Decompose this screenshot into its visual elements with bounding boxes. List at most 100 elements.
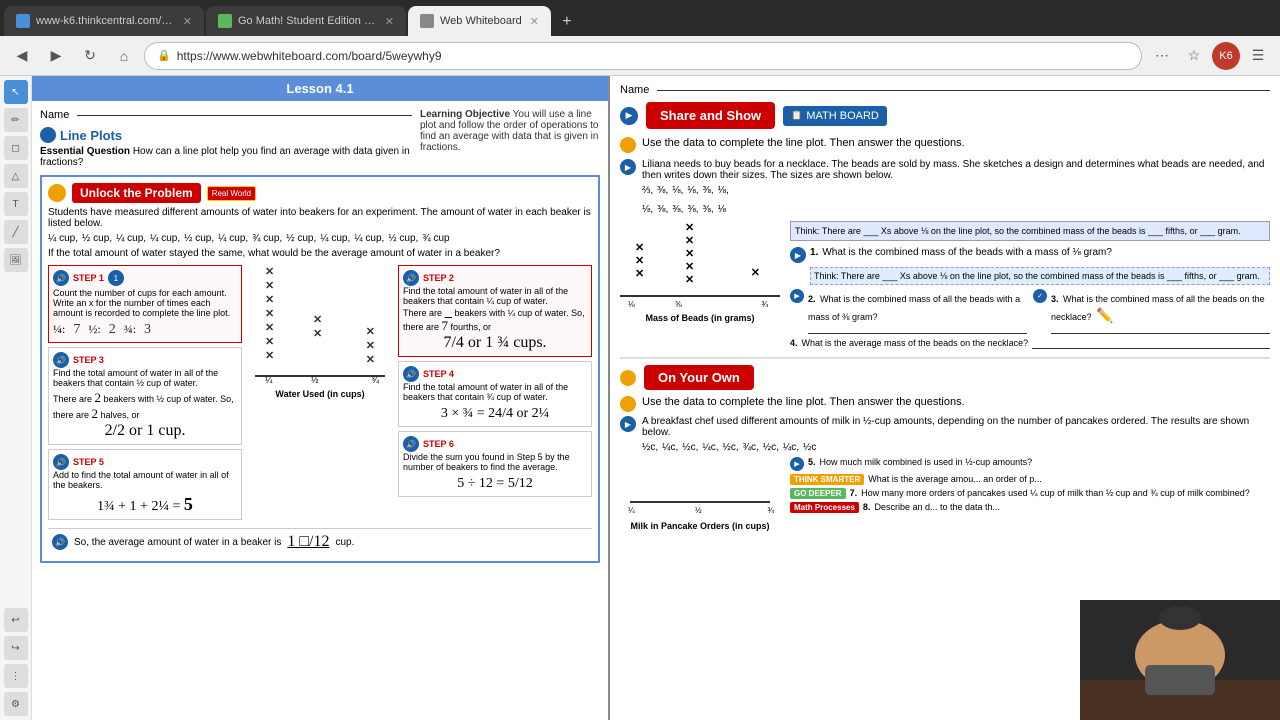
q4-row: 4. What is the average mass of the beads… <box>790 338 1270 349</box>
q5-icon: ▶ <box>790 457 804 471</box>
q2-icon: ▶ <box>790 289 804 303</box>
step5-calc: 1¾ + 1 + 2¼ = 5 <box>53 494 237 515</box>
milk-label: Milk in Pancake Orders (in cups) <box>620 521 780 531</box>
step5-speaker[interactable]: 🔊 <box>53 454 69 470</box>
q2-answer-line <box>808 333 1027 334</box>
step3-box: 🔊 STEP 3 Find the total amount of water … <box>48 347 242 445</box>
home-button[interactable]: ⌂ <box>110 42 138 70</box>
share-icon: ▶ <box>620 107 638 125</box>
step3-detail: There are 2 beakers with ½ cup of water.… <box>53 390 237 422</box>
nl-label-quarter: ¼ <box>265 375 273 385</box>
tool-image[interactable]: 🖼 <box>4 248 28 272</box>
nav-bar: ◀ ▶ ↻ ⌂ 🔒 https://www.webwhiteboard.com/… <box>0 36 1280 76</box>
q3-num: 3. <box>1051 294 1059 304</box>
profile-button[interactable]: K6 <box>1212 42 1240 70</box>
q7-text: How many more orders of pancakes used ¼ … <box>861 488 1250 498</box>
math-board-label: MATH BOARD <box>806 110 879 122</box>
tab-close-3[interactable]: ✕ <box>530 15 539 28</box>
milk-nl-3: ¾ <box>767 506 774 515</box>
bead-number-line <box>620 295 780 297</box>
reload-button[interactable]: ↻ <box>76 42 104 70</box>
tab-gomath[interactable]: Go Math! Student Edition eBo... ✕ <box>206 6 406 36</box>
step1-speaker[interactable]: 🔊 <box>53 270 69 286</box>
right-name-label: Name <box>620 84 649 96</box>
step3-speaker[interactable]: 🔊 <box>53 352 69 368</box>
think-bubble: Think: There are ___ Xs above ⅛ on the l… <box>790 221 1270 241</box>
tool-undo[interactable]: ↩ <box>4 608 28 632</box>
q3-answer-line <box>1051 333 1270 334</box>
step6-text: Divide the sum you found in Step 5 by th… <box>403 452 587 472</box>
worksheet-left: Lesson 4.1 Name Line Plots <box>32 76 608 720</box>
extensions-button[interactable]: ⋯ <box>1148 42 1176 70</box>
q7-badge: GO DEEPER <box>790 488 846 499</box>
lesson-title: Lesson 4.1 <box>286 81 353 96</box>
section-title: Line Plots <box>60 128 122 143</box>
bead-icon: ▶ <box>620 159 636 175</box>
on-your-own-btn[interactable]: On Your Own <box>644 365 754 390</box>
tool-pen[interactable]: ✏ <box>4 108 28 132</box>
tab-bar: www-k6.thinkcentral.com/dash... ✕ Go Mat… <box>0 0 1280 36</box>
tool-line[interactable]: ╱ <box>4 220 28 244</box>
col-half: ✕ ✕ <box>313 313 322 340</box>
conclusion-speaker[interactable]: 🔊 <box>52 534 68 550</box>
bookmark-button[interactable]: ☆ <box>1180 42 1208 70</box>
tab-close-1[interactable]: ✕ <box>183 15 192 28</box>
chef-icon: ▶ <box>620 416 636 432</box>
essential-question: Essential Question How can a line plot h… <box>40 146 412 168</box>
bead-section: ✕ ✕ ✕ ✕ ✕ ✕ ✕ ✕ <box>620 221 1270 349</box>
url-bar[interactable]: 🔒 https://www.webwhiteboard.com/board/5w… <box>144 42 1142 70</box>
tool-eraser[interactable]: ◻ <box>4 136 28 160</box>
new-tab-button[interactable]: + <box>553 8 581 36</box>
q4-num: 4. <box>790 338 798 348</box>
section-dot <box>40 127 56 143</box>
tab-close-2[interactable]: ✕ <box>385 15 394 28</box>
conclusion-row: 🔊 So, the average amount of water in a b… <box>48 528 592 555</box>
step2-speaker[interactable]: 🔊 <box>403 270 419 286</box>
q8-badge-label: Math Processes <box>794 503 855 512</box>
tool-redo[interactable]: ↪ <box>4 636 28 660</box>
content-area: ↖ ✏ ◻ △ T ╱ 🖼 ↩ ↪ ⋮ ⚙ Lesson 4.1 <box>0 76 1280 720</box>
q8-num: 8. <box>863 502 871 512</box>
fractions-list: ¼ cup,½ cup,¼ cup,¼ cup,½ cup,¼ cup, ¾ c… <box>48 233 592 244</box>
right-name-line: Name <box>620 84 1270 96</box>
back-button[interactable]: ◀ <box>8 42 36 70</box>
on-your-own-row: On Your Own <box>620 365 1270 390</box>
forward-button[interactable]: ▶ <box>42 42 70 70</box>
share-show-row: ▶ Share and Show 📋 MATH BOARD <box>620 102 1270 129</box>
tool-more[interactable]: ⋮ <box>4 664 28 688</box>
col-quarter: ✕ ✕ ✕ ✕ ✕ ✕ ✕ <box>265 265 274 362</box>
step1-answers: ¼:7 ½:2 ¾:3 <box>53 322 237 338</box>
math-board: 📋 MATH BOARD <box>783 106 887 126</box>
nl-label-three-quarter: ¾ <box>371 375 379 385</box>
tab-label-1: www-k6.thinkcentral.com/dash... <box>36 15 175 27</box>
q4-text: What is the average mass of the beads on… <box>802 338 1029 348</box>
tab-label-3: Web Whiteboard <box>440 15 522 27</box>
step3-answer: 2/2 or 1 cup. <box>53 422 237 440</box>
step4-speaker[interactable]: 🔊 <box>403 366 419 382</box>
number-line <box>255 375 385 377</box>
own-instruction-row: Use the data to complete the line plot. … <box>620 396 1270 412</box>
menu-button[interactable]: ☰ <box>1244 42 1272 70</box>
step6-speaker[interactable]: 🔊 <box>403 436 419 452</box>
tab-thinkcentral[interactable]: www-k6.thinkcentral.com/dash... ✕ <box>4 6 204 36</box>
unlock-label: Unlock the Problem <box>80 186 193 200</box>
q4-answer-line <box>1032 348 1270 349</box>
tab-favicon-1 <box>16 14 30 28</box>
col-right: ✕ <box>751 266 760 279</box>
step5-box: 🔊 STEP 5 Add to find the total amount of… <box>48 449 242 520</box>
q3-icon: ✓ <box>1033 289 1047 303</box>
q2-col: ▶ 2. What is the combined mass of all th… <box>790 289 1027 334</box>
conclusion-text: So, the average amount of water in a bea… <box>74 537 281 548</box>
tool-text[interactable]: T <box>4 192 28 216</box>
tool-settings[interactable]: ⚙ <box>4 692 28 716</box>
share-btn[interactable]: Share and Show <box>646 102 775 129</box>
real-world-label: Real World <box>212 189 251 198</box>
tab-webwhiteboard[interactable]: Web Whiteboard ✕ <box>408 6 551 36</box>
think-text: Think: There are ___ Xs above ⅛ on the l… <box>795 226 1241 236</box>
tool-shapes[interactable]: △ <box>4 164 28 188</box>
col-eighth: ✕ ✕ ✕ <box>635 241 644 280</box>
q2-q3-row: ▶ 2. What is the combined mass of all th… <box>790 289 1270 334</box>
milk-number-line <box>630 501 770 503</box>
chef-context: A breakfast chef used different amounts … <box>642 416 1270 438</box>
tool-pointer[interactable]: ↖ <box>4 80 28 104</box>
